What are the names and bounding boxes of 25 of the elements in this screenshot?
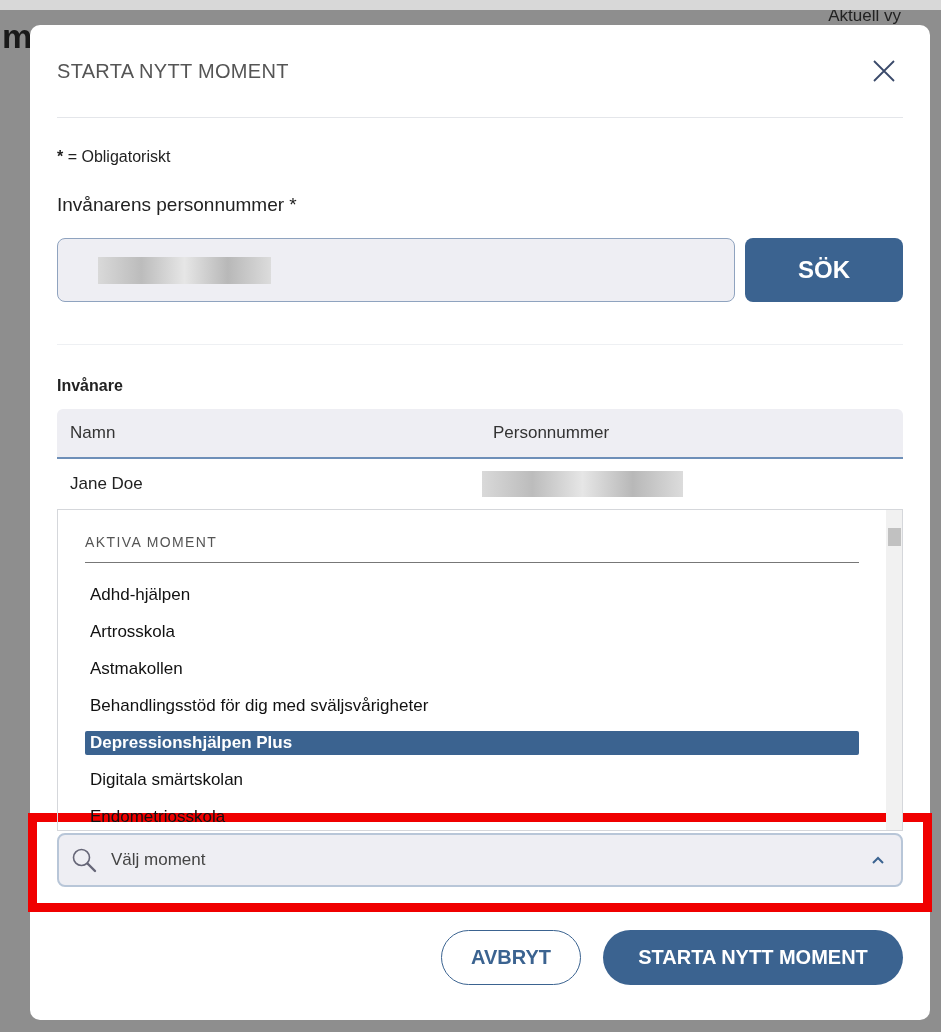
page-heading: m — [2, 16, 33, 56]
dropdown-option[interactable]: Behandlingsstöd för dig med sväljsvårigheter — [85, 694, 859, 718]
caret-icon — [871, 855, 885, 865]
dropdown-option[interactable]: Depressionshjälpen Plus — [85, 731, 859, 755]
section-title: Invånare — [57, 377, 124, 395]
search-button[interactable]: SÖK — [745, 238, 903, 302]
group-label: AKTIVA MOMENT — [85, 534, 859, 563]
dialog-title: STARTA NYTT MOMENT — [57, 59, 289, 83]
field-label: Invånarens personnummer * — [57, 194, 298, 216]
dropdown-option[interactable]: Artrosskola — [85, 620, 859, 644]
scrollbar[interactable] — [886, 510, 902, 830]
dropdown-option[interactable]: Endometriosskola — [85, 805, 859, 829]
dropdown-option[interactable]: Adhd-hjälpen — [85, 583, 859, 607]
search-icon — [71, 847, 97, 873]
cancel-button[interactable]: AVBRYT — [441, 930, 581, 985]
start-button[interactable]: STARTA NYTT MOMENT — [603, 930, 903, 985]
table-cell-text: Jane Doe — [69, 474, 144, 494]
column-header: Personnummer — [492, 423, 611, 443]
dropdown-option[interactable]: Astmakollen — [85, 657, 859, 681]
required-note: * = Obligatoriskt — [57, 148, 172, 166]
close-icon[interactable] — [873, 60, 895, 82]
personnummer-field[interactable] — [57, 238, 735, 302]
column-header: Namn — [69, 423, 117, 443]
moment-select-field[interactable]: Välj moment — [57, 833, 903, 887]
dropdown-option[interactable]: Digitala smärtskolan — [85, 768, 859, 792]
